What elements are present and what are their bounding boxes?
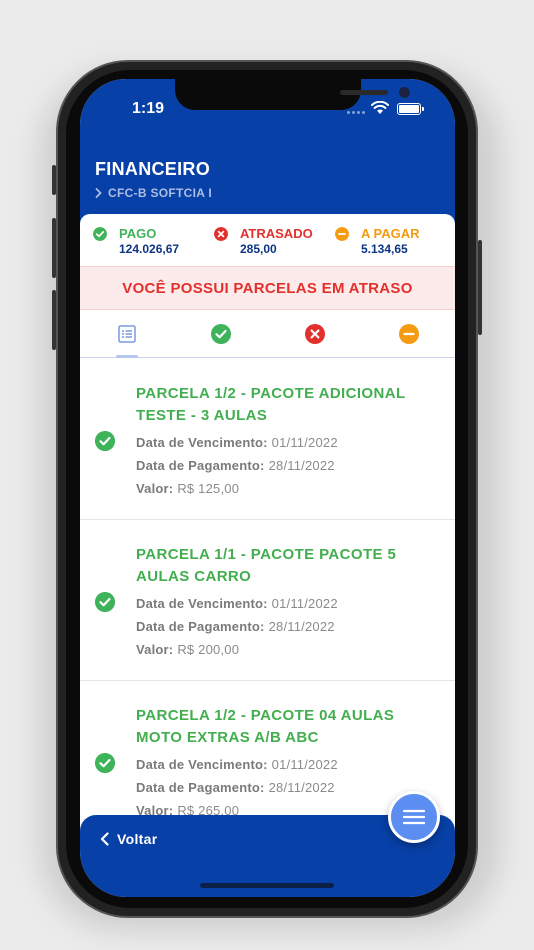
tab-late[interactable] xyxy=(268,310,361,358)
tab-paid[interactable] xyxy=(174,310,267,358)
due-date-label: Data de Vencimento: xyxy=(136,435,268,450)
check-circle-icon xyxy=(210,324,231,344)
summary-late-value: 285,00 xyxy=(240,242,277,256)
due-date-label: Data de Vencimento: xyxy=(136,757,268,772)
payment-date-value: 28/11/2022 xyxy=(268,619,335,634)
minus-circle-icon xyxy=(398,324,419,344)
power-button xyxy=(478,240,482,335)
check-circle-icon xyxy=(95,431,115,451)
cellular-signal-icon xyxy=(347,111,367,114)
installments-list[interactable]: PARCELA 1/2 - PACOTE ADICIONAL TESTE - 3… xyxy=(80,359,455,842)
check-circle-icon xyxy=(93,227,107,241)
chevron-left-icon xyxy=(100,832,109,846)
payment-date-row: Data de Pagamento: 28/11/2022 xyxy=(136,780,335,795)
amount-label: Valor: xyxy=(136,642,174,657)
wifi-icon xyxy=(371,101,389,114)
volume-up-button xyxy=(52,218,56,278)
device-notch xyxy=(175,79,410,110)
due-date-row: Data de Vencimento: 01/11/2022 xyxy=(136,757,338,772)
x-circle-icon xyxy=(304,324,325,344)
check-circle-icon xyxy=(95,753,115,773)
breadcrumb-label: CFC-B SOFTCIA I xyxy=(108,186,213,200)
app-screen: 1:19 FINANCEIRO CFC-B SOFTCIA I PAGO 124… xyxy=(80,79,455,897)
installment-title: PARCELA 1/2 - PACOTE ADICIONAL TESTE - 3… xyxy=(136,385,406,424)
payment-date-row: Data de Pagamento: 28/11/2022 xyxy=(136,458,335,473)
amount-value: R$ 125,00 xyxy=(177,481,240,496)
payment-date-label: Data de Pagamento: xyxy=(136,780,265,795)
summary-pending-label: A PAGAR xyxy=(361,226,420,241)
front-camera xyxy=(399,87,410,98)
list-item[interactable]: PARCELA 1/2 - PACOTE ADICIONAL TESTE - 3… xyxy=(80,359,455,520)
overdue-alert: VOCÊ POSSUI PARCELAS EM ATRASO xyxy=(80,266,455,310)
silent-switch xyxy=(52,165,56,195)
check-circle-icon xyxy=(95,592,115,612)
chevron-right-icon xyxy=(95,188,102,198)
list-icon xyxy=(117,325,136,343)
summary-paid-value: 124.026,67 xyxy=(119,242,180,256)
due-date-row: Data de Vencimento: 01/11/2022 xyxy=(136,435,338,450)
payment-date-value: 28/11/2022 xyxy=(268,458,335,473)
hamburger-menu-icon xyxy=(403,809,425,825)
back-button[interactable]: Voltar xyxy=(100,831,157,847)
due-date-value: 01/11/2022 xyxy=(271,435,338,450)
minus-circle-icon xyxy=(335,227,349,241)
tab-pending[interactable] xyxy=(362,310,455,358)
amount-label: Valor: xyxy=(136,481,174,496)
amount-row: Valor: R$ 200,00 xyxy=(136,642,239,657)
summary-pending-value: 5.134,65 xyxy=(361,242,408,256)
battery-icon xyxy=(397,103,424,115)
summary-bar: PAGO 124.026,67 ATRASADO 285,00 A PAGAR … xyxy=(80,214,455,266)
menu-fab-button[interactable] xyxy=(388,791,440,843)
payment-date-label: Data de Pagamento: xyxy=(136,458,265,473)
filter-tabs xyxy=(80,310,455,358)
x-circle-icon xyxy=(214,227,228,241)
amount-value: R$ 200,00 xyxy=(177,642,240,657)
earpiece-speaker xyxy=(340,90,388,95)
due-date-value: 01/11/2022 xyxy=(271,757,338,772)
back-label: Voltar xyxy=(117,831,158,847)
amount-row: Valor: R$ 125,00 xyxy=(136,481,239,496)
selected-tab-indicator xyxy=(116,355,138,358)
home-indicator xyxy=(200,883,334,888)
breadcrumb[interactable]: CFC-B SOFTCIA I xyxy=(95,186,212,200)
payment-date-value: 28/11/2022 xyxy=(268,780,335,795)
status-time: 1:19 xyxy=(132,100,165,117)
list-item[interactable]: PARCELA 1/1 - PACOTE PACOTE 5 AULAS CARR… xyxy=(80,520,455,681)
due-date-row: Data de Vencimento: 01/11/2022 xyxy=(136,596,338,611)
installment-title: PARCELA 1/2 - PACOTE 04 AULAS MOTO EXTRA… xyxy=(136,707,395,746)
installment-title: PARCELA 1/1 - PACOTE PACOTE 5 AULAS CARR… xyxy=(136,546,397,585)
tab-all[interactable] xyxy=(80,310,173,358)
due-date-label: Data de Vencimento: xyxy=(136,596,268,611)
summary-paid-label: PAGO xyxy=(119,226,157,241)
summary-late-label: ATRASADO xyxy=(240,226,313,241)
payment-date-row: Data de Pagamento: 28/11/2022 xyxy=(136,619,335,634)
volume-down-button xyxy=(52,290,56,350)
page-title: FINANCEIRO xyxy=(95,159,210,179)
payment-date-label: Data de Pagamento: xyxy=(136,619,265,634)
due-date-value: 01/11/2022 xyxy=(271,596,338,611)
